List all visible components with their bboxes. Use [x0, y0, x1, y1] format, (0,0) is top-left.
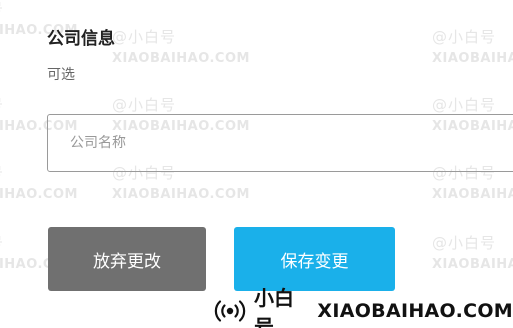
discard-changes-button[interactable]: 放弃更改: [48, 227, 206, 291]
watermark-logo: @小白号: [0, 94, 100, 115]
watermark-site: XIAOBAIHAO.COM: [0, 187, 78, 202]
watermark-logo: @小白号: [0, 0, 100, 19]
brand-site: XIAOBAIHAO.COM: [317, 300, 513, 322]
watermark-logo: @小白号: [432, 234, 497, 252]
watermark-logo: @小白号: [112, 28, 177, 46]
watermark-logo: @小白号: [432, 28, 497, 46]
watermark-site: XIAOBAIHAO.COM: [112, 187, 250, 202]
watermark-logo: @小白号: [432, 96, 497, 114]
watermark: @小白号 XIAOBAIHAO.COM: [112, 26, 272, 106]
optional-label: 可选: [47, 67, 75, 83]
watermark: @小白号 XIAOBAIHAO.COM: [432, 162, 513, 242]
page: @小白号 XIAOBAIHAO.COM @小白号 XIAOBAIHAO.COM …: [0, 0, 513, 328]
watermark-site: XIAOBAIHAO.COM: [432, 187, 513, 202]
watermark-site: XIAOBAIHAO.COM: [432, 257, 513, 272]
broadcast-icon: [214, 299, 246, 323]
section-title: 公司信息: [47, 29, 115, 49]
watermark-logo: @小白号: [112, 96, 177, 114]
watermark: @小白号 XIAOBAIHAO.COM: [432, 26, 513, 106]
watermark-site: XIAOBAIHAO.COM: [112, 51, 250, 66]
watermark-site: XIAOBAIHAO.COM: [432, 51, 513, 66]
brand-name: 小白号: [254, 286, 294, 328]
company-name-input[interactable]: [47, 114, 513, 172]
brand-watermark: 小白号 XIAOBAIHAO.COM: [210, 286, 513, 328]
